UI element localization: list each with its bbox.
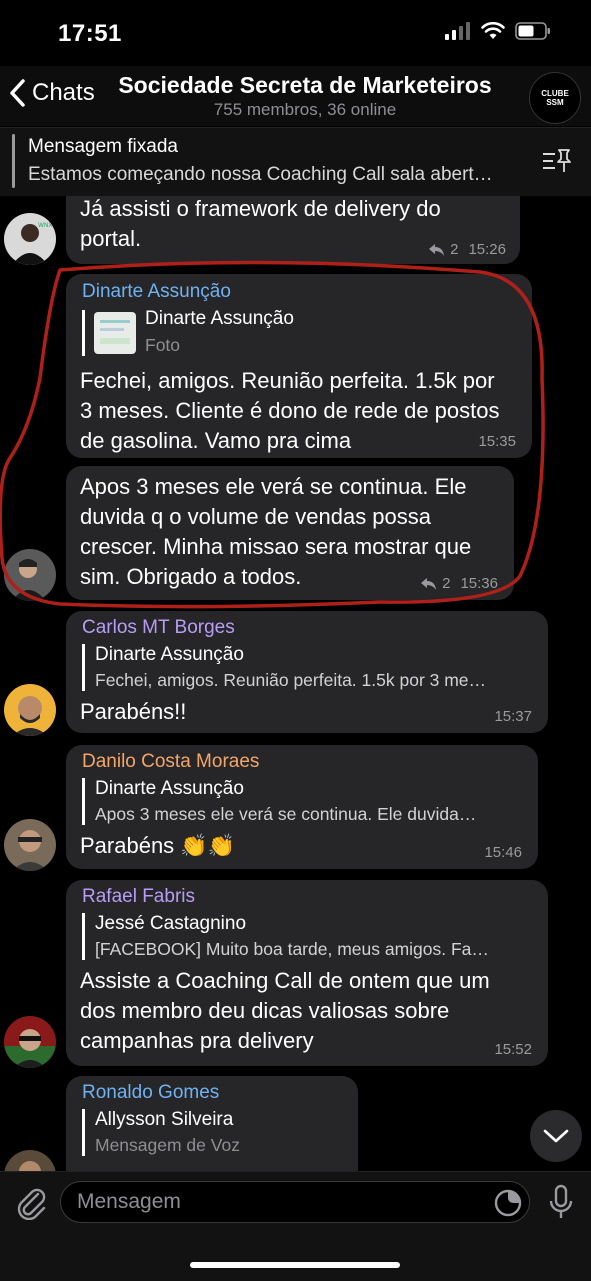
chevron-down-icon bbox=[543, 1129, 569, 1143]
message-text: Apos 3 meses ele verá se continua. Ele d… bbox=[80, 474, 472, 589]
sender-name[interactable]: Danilo Costa Moraes bbox=[82, 751, 259, 773]
message-meta: 15:35 bbox=[478, 433, 516, 450]
reply-arrow-icon bbox=[429, 243, 445, 256]
avatar[interactable] bbox=[4, 819, 56, 871]
person-avatar-icon bbox=[4, 1016, 56, 1068]
signal-icon bbox=[445, 22, 470, 40]
reply-text: Foto bbox=[145, 335, 181, 355]
message-bubble[interactable]: Carlos MT Borges Dinarte Assunção Fechei… bbox=[66, 611, 548, 733]
sender-name[interactable]: Carlos MT Borges bbox=[82, 617, 235, 639]
back-button[interactable]: Chats bbox=[8, 78, 95, 108]
scroll-down-button[interactable] bbox=[530, 1110, 582, 1162]
avatar[interactable] bbox=[4, 684, 56, 736]
pinned-indicator bbox=[12, 134, 15, 188]
message-meta: 2 15:26 bbox=[428, 241, 506, 258]
message-bubble[interactable]: Apos 3 meses ele verá se continua. Ele d… bbox=[66, 466, 514, 600]
message-bubble[interactable]: Já assisti o framework de delivery do po… bbox=[66, 196, 520, 264]
reply-quote[interactable]: Dinarte Assunção Foto bbox=[82, 308, 515, 356]
person-avatar-icon: WNX bbox=[4, 213, 56, 265]
avatar[interactable] bbox=[4, 1150, 56, 1171]
chat-title[interactable]: Sociedade Secreta de Marketeiros bbox=[100, 72, 510, 99]
person-avatar-icon bbox=[4, 819, 56, 871]
person-avatar-icon bbox=[4, 1150, 56, 1171]
status-time: 17:51 bbox=[58, 20, 122, 47]
reply-quote[interactable]: Dinarte Assunção Fechei, amigos. Reunião… bbox=[82, 644, 535, 691]
attach-icon[interactable] bbox=[14, 1184, 48, 1220]
message-time: 15:52 bbox=[494, 1041, 532, 1058]
pinned-title: Mensagem fixada bbox=[28, 136, 178, 157]
message-bubble[interactable]: Dinarte Assunção Dinarte Assunção Foto F… bbox=[66, 274, 532, 458]
reply-text: Mensagem de Voz bbox=[95, 1135, 240, 1155]
message-time: 15:36 bbox=[460, 575, 498, 592]
back-label: Chats bbox=[32, 79, 95, 106]
message-list[interactable]: WNX Já assisti o framework de delivery d… bbox=[0, 196, 591, 1171]
reply-thumbnail bbox=[94, 312, 136, 354]
reply-author: Dinarte Assunção bbox=[145, 308, 294, 329]
reply-author: Allysson Silveira bbox=[95, 1109, 234, 1130]
sticker-icon[interactable] bbox=[493, 1188, 523, 1218]
message-meta: 15:52 bbox=[494, 1041, 532, 1058]
message-text: Fechei, amigos. Reunião perfeita. 1.5k p… bbox=[80, 368, 500, 453]
svg-text:WNX: WNX bbox=[38, 222, 53, 229]
pin-list-icon[interactable] bbox=[541, 148, 571, 174]
pinned-text: Estamos começando nossa Coaching Call sa… bbox=[28, 164, 493, 185]
chevron-left-icon bbox=[10, 79, 25, 107]
sender-name[interactable]: Ronaldo Gomes bbox=[82, 1082, 219, 1104]
message-bubble[interactable]: Danilo Costa Moraes Dinarte Assunção Apo… bbox=[66, 745, 538, 869]
home-indicator bbox=[190, 1262, 400, 1268]
chat-header: Chats Sociedade Secreta de Marketeiros 7… bbox=[0, 66, 591, 126]
sender-name[interactable]: Dinarte Assunção bbox=[82, 281, 231, 303]
avatar[interactable]: WNX bbox=[4, 213, 56, 265]
sender-name[interactable]: Rafael Fabris bbox=[82, 886, 195, 908]
message-time: 15:35 bbox=[478, 433, 516, 450]
person-avatar-icon bbox=[4, 684, 56, 736]
message-text: Parabéns!! bbox=[80, 699, 187, 724]
battery-icon bbox=[515, 22, 550, 40]
reply-author: Jessé Castagnino bbox=[95, 913, 247, 934]
reply-arrow-icon bbox=[421, 577, 437, 590]
person-avatar-icon bbox=[4, 549, 56, 601]
message-text: Parabéns 👏👏 bbox=[80, 833, 236, 858]
message-bubble[interactable]: Rafael Fabris Jessé Castagnino [FACEBOOK… bbox=[66, 880, 548, 1066]
message-text: Assiste a Coaching Call de ontem que um … bbox=[80, 968, 490, 1053]
status-bar: 17:51 bbox=[0, 0, 591, 66]
pinned-message-bar[interactable]: Mensagem fixada Estamos começando nossa … bbox=[0, 127, 591, 197]
reply-quote[interactable]: Allysson Silveira Mensagem de Voz bbox=[82, 1109, 345, 1156]
avatar[interactable] bbox=[4, 549, 56, 601]
message-time: 15:46 bbox=[484, 844, 522, 861]
reply-quote[interactable]: Jessé Castagnino [FACEBOOK] Muito boa ta… bbox=[82, 913, 535, 960]
logo-text-1: CLUBE bbox=[541, 89, 569, 98]
message-meta: 15:37 bbox=[494, 708, 532, 725]
logo-text-2: SSM bbox=[546, 98, 564, 107]
reply-author: Dinarte Assunção bbox=[95, 778, 244, 799]
message-time: 15:37 bbox=[494, 708, 532, 725]
group-avatar[interactable]: CLUBE SSM bbox=[529, 72, 581, 124]
reply-author: Dinarte Assunção bbox=[95, 644, 244, 665]
message-input[interactable] bbox=[60, 1181, 530, 1223]
reply-text: Apos 3 meses ele verá se continua. Ele d… bbox=[95, 804, 477, 824]
message-meta: 15:46 bbox=[484, 844, 522, 861]
avatar[interactable] bbox=[4, 1016, 56, 1068]
wifi-icon bbox=[481, 22, 505, 39]
microphone-icon[interactable] bbox=[548, 1184, 574, 1222]
reply-count: 2 bbox=[442, 575, 451, 592]
reply-quote[interactable]: Dinarte Assunção Apos 3 meses ele verá s… bbox=[82, 778, 525, 825]
reply-text: [FACEBOOK] Muito boa tarde, meus amigos.… bbox=[95, 939, 489, 959]
message-meta: 2 15:36 bbox=[420, 575, 498, 592]
message-bubble[interactable]: Ronaldo Gomes Allysson Silveira Mensagem… bbox=[66, 1076, 358, 1171]
chat-subtitle: 755 membros, 36 online bbox=[213, 100, 397, 119]
message-time: 15:26 bbox=[468, 241, 506, 258]
status-icons bbox=[445, 22, 551, 40]
reply-text: Fechei, amigos. Reunião perfeita. 1.5k p… bbox=[95, 670, 487, 690]
reply-count: 2 bbox=[450, 241, 459, 258]
